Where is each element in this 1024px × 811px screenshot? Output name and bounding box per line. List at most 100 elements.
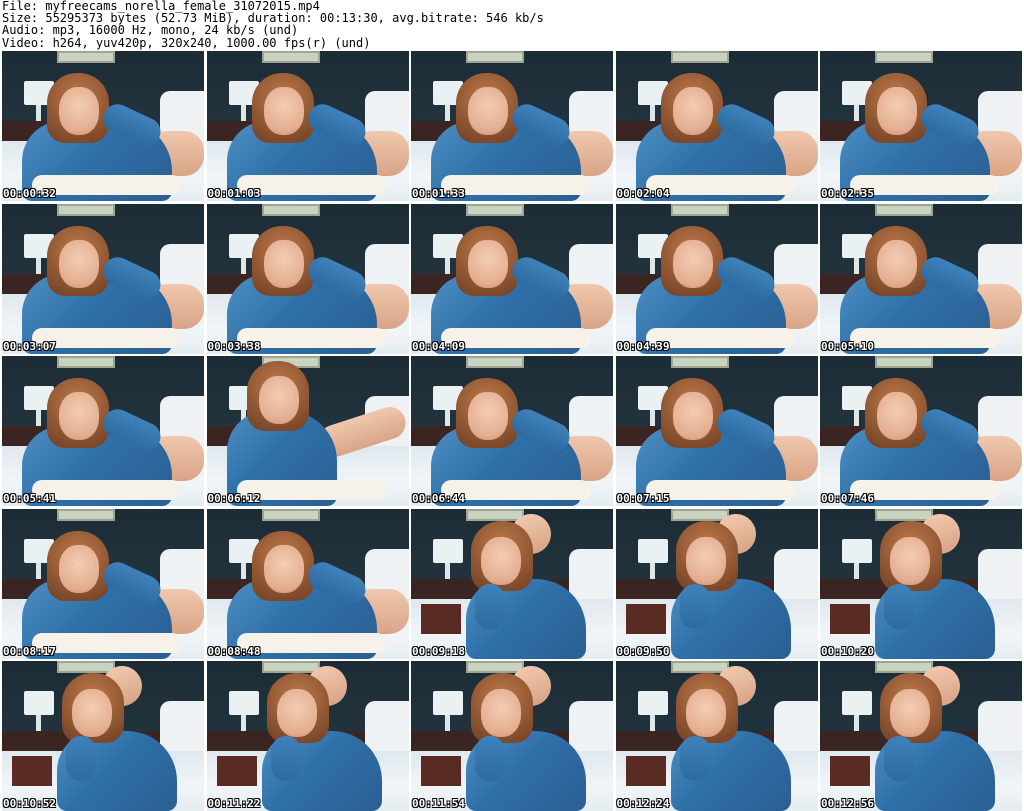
thumbnail-grid: 00:00:32 00:01:03 00:01:33 00:02:04 00:02:35… xyxy=(2,51,1022,811)
figure-face xyxy=(672,239,713,288)
figure-face xyxy=(481,536,521,585)
nightstand xyxy=(830,603,870,634)
thumbnail-timestamp: 00:04:09 xyxy=(412,339,465,353)
wall-picture-frame xyxy=(261,51,320,63)
thumbnail-timestamp: 00:07:15 xyxy=(616,492,670,505)
wall-picture-frame xyxy=(57,203,115,216)
figure-face xyxy=(468,239,508,288)
figure-face xyxy=(59,392,99,440)
video-thumbnail: 00:12:24 xyxy=(615,661,818,811)
wall-picture-frame xyxy=(261,508,320,521)
thumbnail-timestamp: 00:08:48 xyxy=(207,644,261,658)
thumbnail-timestamp: 00:07:46 xyxy=(821,492,874,505)
wall-picture-frame xyxy=(466,51,524,63)
wall-picture-frame xyxy=(57,51,115,63)
video-thumbnail: 00:00:32 xyxy=(2,51,204,201)
video-thumbnail: 00:11:54 xyxy=(411,661,613,811)
nightstand xyxy=(421,603,461,634)
wall-picture-frame xyxy=(57,508,115,521)
figure-face xyxy=(258,376,299,424)
thumbnail-timestamp: 00:12:24 xyxy=(616,797,670,810)
lamp-icon xyxy=(637,691,668,715)
video-thumbnail: 00:06:44 xyxy=(411,356,613,506)
figure-face xyxy=(263,239,304,288)
nightstand xyxy=(216,756,257,786)
figure-face xyxy=(672,392,713,440)
figure-arm xyxy=(884,736,914,781)
figure-face xyxy=(685,689,726,737)
thumbnail-timestamp: 00:10:20 xyxy=(821,644,874,658)
thumbnail-timestamp: 00:08:17 xyxy=(3,644,56,658)
figure-arm xyxy=(475,736,505,781)
wall-picture-frame xyxy=(670,508,729,521)
wall-picture-frame xyxy=(670,356,729,368)
lamp-icon xyxy=(637,538,668,563)
nightstand xyxy=(830,756,870,786)
wall-picture-frame xyxy=(875,508,933,521)
lamp-icon xyxy=(433,538,463,563)
thumbnail-timestamp: 00:00:32 xyxy=(3,187,56,200)
wall-picture-frame xyxy=(670,51,729,63)
thumbnail-timestamp: 00:10:52 xyxy=(3,797,56,810)
figure-face xyxy=(685,536,726,585)
thumbnail-timestamp: 00:11:22 xyxy=(207,797,261,810)
video-thumbnail: 00:08:17 xyxy=(2,508,204,659)
thumbnail-timestamp: 00:01:03 xyxy=(207,187,261,200)
wall-picture-frame xyxy=(670,661,729,673)
video-thumbnail: 00:12:56 xyxy=(820,661,1022,811)
video-thumbnail: 00:03:07 xyxy=(2,203,204,354)
thumbnail-timestamp: 00:03:38 xyxy=(207,339,261,353)
video-thumbnail: 00:04:09 xyxy=(411,203,613,354)
file-info-header: File: myfreecams_norella_female_31072015… xyxy=(2,0,1022,50)
nightstand xyxy=(625,756,666,786)
figure-face xyxy=(877,87,917,135)
figure-face xyxy=(59,239,99,288)
thumbnail-timestamp: 00:01:33 xyxy=(412,187,465,200)
wall-picture-frame xyxy=(57,356,115,368)
wall-picture-frame xyxy=(670,203,729,216)
figure-arm xyxy=(679,583,710,629)
lamp-icon xyxy=(842,691,872,715)
nightstand xyxy=(421,756,461,786)
thumbnail-timestamp: 00:05:10 xyxy=(821,339,874,353)
video-thumbnail: 00:07:15 xyxy=(615,356,818,506)
figure-face xyxy=(877,392,917,440)
figure-face xyxy=(481,689,521,737)
video-thumbnail: 00:06:12 xyxy=(206,356,409,506)
thumbnail-timestamp: 00:06:44 xyxy=(412,492,465,505)
figure-arm xyxy=(679,736,710,781)
thumbnail-timestamp: 00:04:39 xyxy=(616,339,670,353)
figure-arm xyxy=(270,736,301,781)
figure-arm xyxy=(884,583,914,629)
video-thumbnail: 00:04:39 xyxy=(615,203,818,354)
figure-arm xyxy=(66,736,96,781)
figure-face xyxy=(263,87,304,135)
wall-picture-frame xyxy=(875,203,933,216)
thumbnail-timestamp: 00:02:35 xyxy=(821,187,874,200)
video-info-line: Video: h264, yuv420p, 320x240, 1000.00 f… xyxy=(2,35,371,50)
lamp-icon xyxy=(842,538,872,563)
video-thumbnail: 00:10:20 xyxy=(820,508,1022,659)
thumbnail-timestamp: 00:11:54 xyxy=(412,797,465,810)
video-thumbnail: 00:01:03 xyxy=(206,51,409,201)
video-thumbnail: 00:02:04 xyxy=(615,51,818,201)
thumbnail-timestamp: 00:05:41 xyxy=(3,492,56,505)
video-thumbnail: 00:09:18 xyxy=(411,508,613,659)
video-thumbnail: 00:11:22 xyxy=(206,661,409,811)
wall-picture-frame xyxy=(466,356,524,368)
figure-face xyxy=(263,544,304,593)
figure-face xyxy=(890,689,930,737)
figure-face xyxy=(890,536,930,585)
wall-picture-frame xyxy=(466,508,524,521)
lamp-icon xyxy=(433,691,463,715)
wall-picture-frame xyxy=(466,203,524,216)
figure-face xyxy=(59,87,99,135)
video-thumbnail: 00:07:46 xyxy=(820,356,1022,506)
lamp-icon xyxy=(228,691,259,715)
wall-picture-frame xyxy=(57,661,115,673)
audio-info-line: Audio: mp3, 16000 Hz, mono, 24 kb/s (und… xyxy=(2,23,299,38)
video-thumbnail: 00:03:38 xyxy=(206,203,409,354)
video-thumbnail: 00:09:50 xyxy=(615,508,818,659)
video-thumbnail: 00:05:41 xyxy=(2,356,204,506)
wall-picture-frame xyxy=(261,203,320,216)
